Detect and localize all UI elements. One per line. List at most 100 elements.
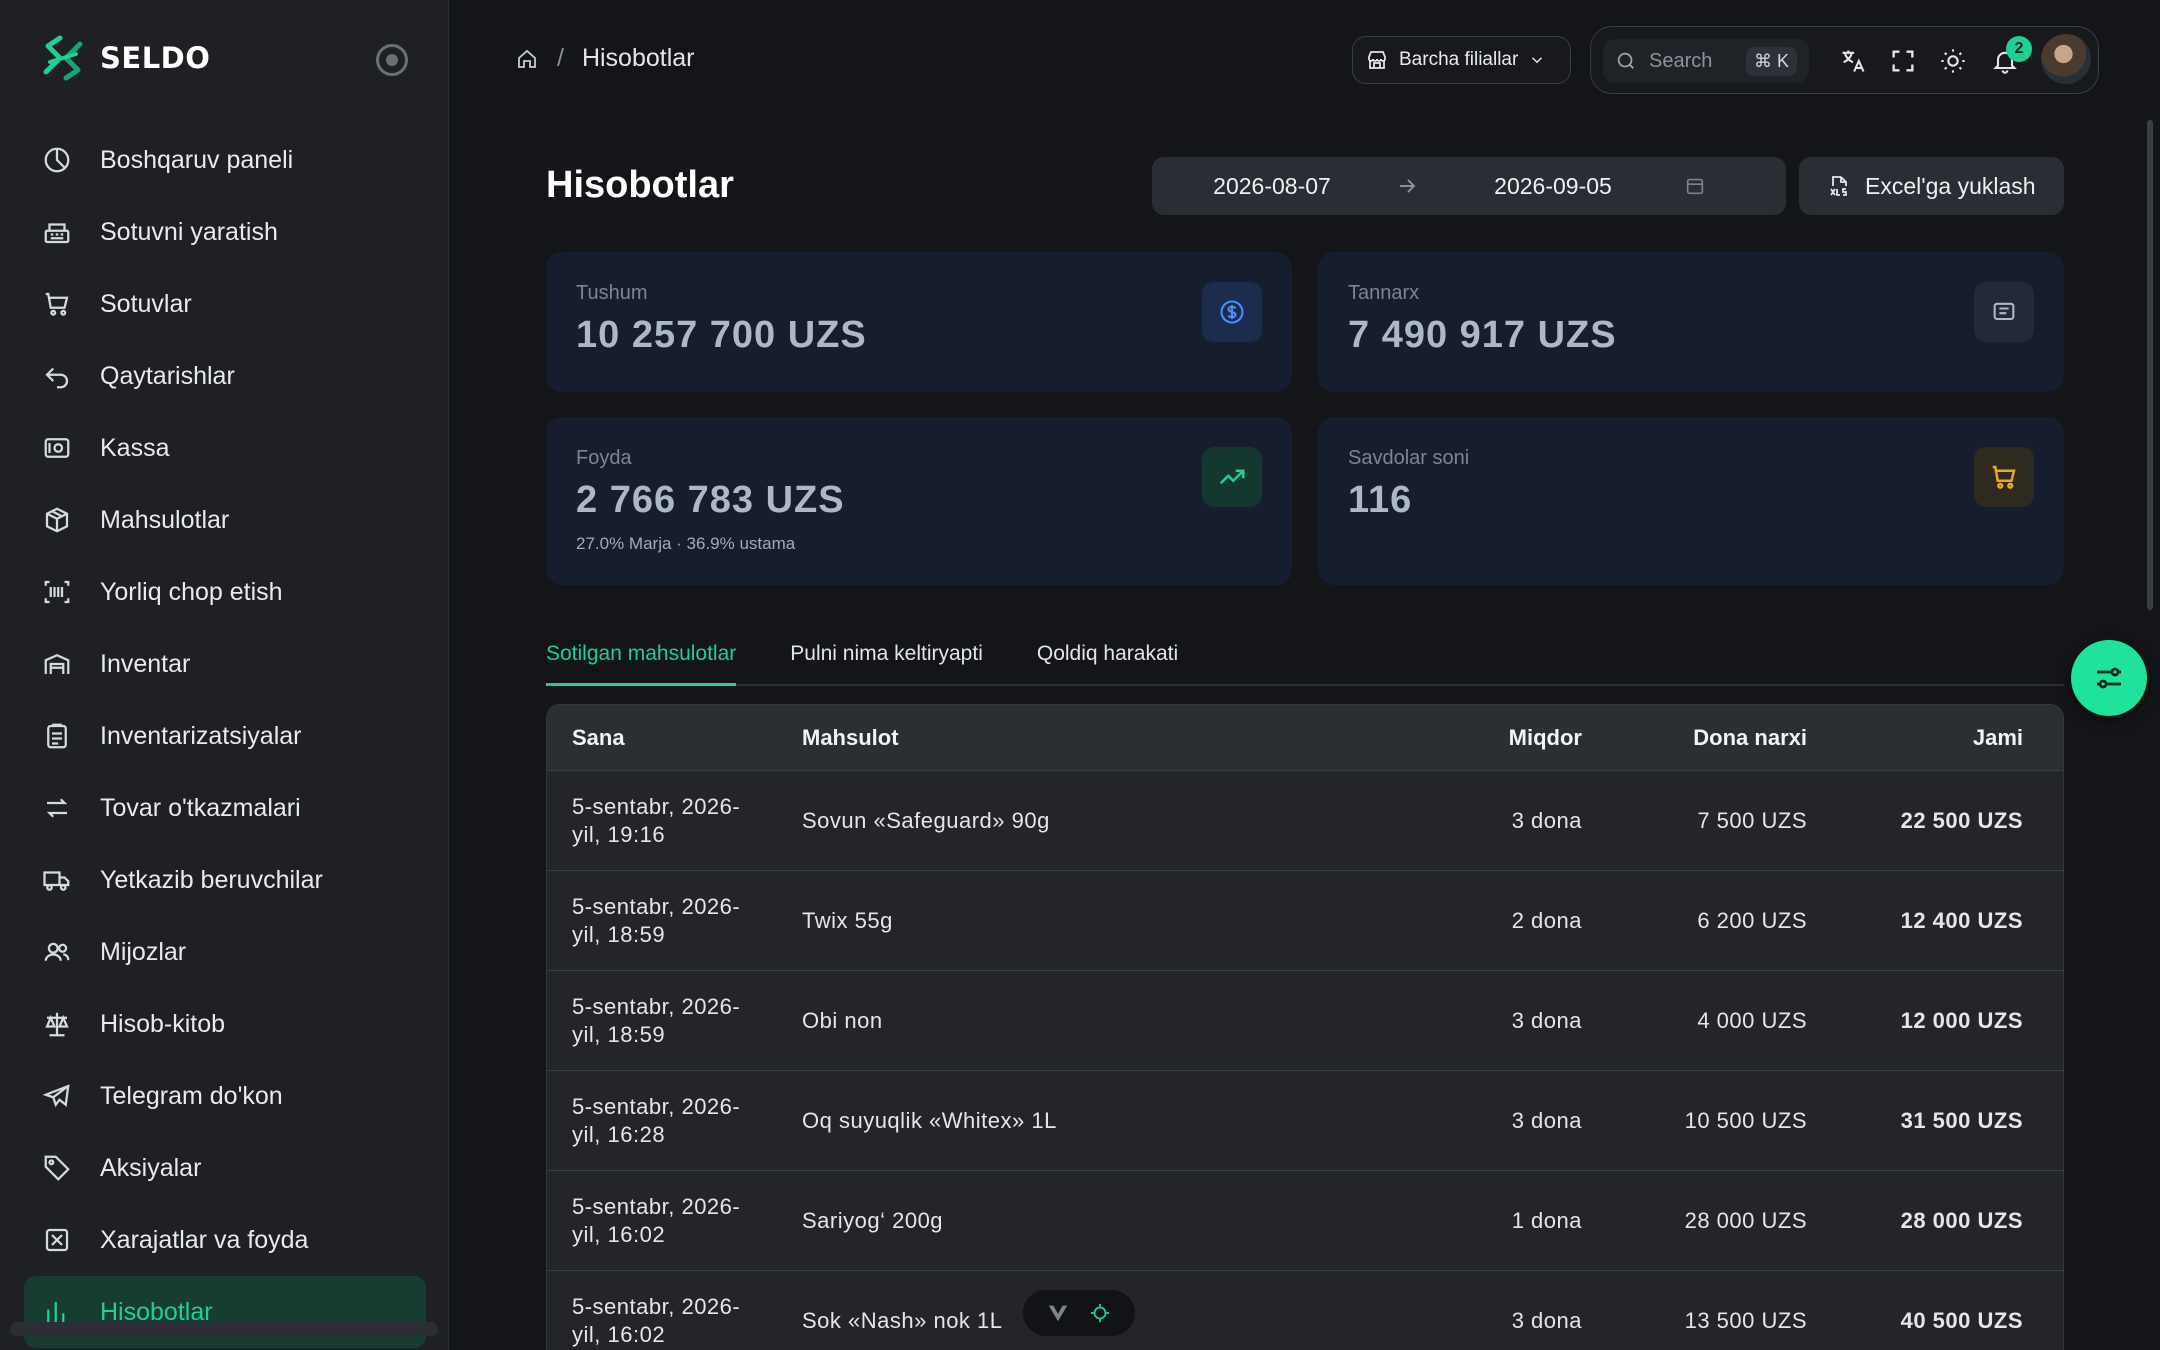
tab-stock-movement[interactable]: Qoldiq harakati: [1037, 636, 1178, 686]
excel-export-button[interactable]: Excel'ga yuklash: [1799, 157, 2064, 215]
table-row[interactable]: 5-sentabr, 2026- yil, 16:02 Sariyog‘ 200g…: [547, 1171, 2063, 1271]
receipt-icon: [1993, 302, 2015, 321]
trending-up-icon: [1219, 469, 1245, 485]
sidebar-nav: Boshqaruv paneli Sotuvni yaratish Sotuvl…: [24, 124, 426, 1348]
target-icon[interactable]: [1089, 1302, 1111, 1324]
date-range-picker[interactable]: 2026-08-07 2026-09-05: [1152, 157, 1786, 215]
cart-icon: [45, 292, 69, 316]
sidebar-item-create-sale[interactable]: Sotuvni yaratish: [24, 196, 426, 268]
sidebar-item-label: Qaytarishlar: [100, 361, 235, 390]
arrow-right-icon: [1400, 179, 1416, 193]
cell-date: 5-sentabr, 2026- yil, 19:16: [572, 793, 741, 847]
date-to[interactable]: 2026-09-05: [1422, 173, 1684, 200]
column-header-unit-price[interactable]: Dona narxi: [1582, 725, 1807, 751]
sidebar-item-telegram-shop[interactable]: Telegram do'kon: [24, 1060, 426, 1132]
table-row[interactable]: 5-sentabr, 2026- yil, 16:02 Sok «Nash» no…: [547, 1271, 2063, 1350]
sidebar-item-suppliers[interactable]: Yetkazib beruvchilar: [24, 844, 426, 916]
sidebar-item-label-print[interactable]: Yorliq chop etish: [24, 556, 426, 628]
truck-icon: [43, 871, 70, 891]
stat-card-revenue: Tushum 10 257 700 UZS: [546, 252, 1292, 392]
cell-unit-price: 10 500 UZS: [1684, 1107, 1807, 1133]
stat-value: 10 257 700 UZS: [576, 314, 867, 356]
sidebar-collapse-button[interactable]: [376, 44, 408, 76]
breadcrumb-separator: /: [557, 44, 564, 72]
sidebar-item-inventory-counts[interactable]: Inventarizatsiyalar: [24, 700, 426, 772]
table-row[interactable]: 5-sentabr, 2026- yil, 16:28 Oq suyuqlik «…: [547, 1071, 2063, 1171]
stat-value: 116: [1348, 479, 1413, 521]
sidebar-item-returns[interactable]: Qaytarishlar: [24, 340, 426, 412]
tab-top-earners[interactable]: Pulni nima keltiryapti: [790, 636, 983, 686]
cell-total: 28 000 UZS: [1900, 1207, 2023, 1233]
record-icon: [386, 54, 398, 66]
sidebar-item-reports[interactable]: Hisobotlar: [24, 1276, 426, 1348]
branch-select[interactable]: Barcha filiallar: [1352, 36, 1571, 84]
notification-badge: 2: [2006, 36, 2032, 62]
stat-icon-box: [1202, 447, 1262, 507]
sidebar: SELDO Boshqaruv paneli Sotuvni yaratish …: [0, 0, 449, 1350]
search-icon: [1617, 52, 1634, 69]
stat-card-deals: Savdolar soni 116: [1318, 417, 2064, 585]
table-row[interactable]: 5-sentabr, 2026- yil, 18:59 Obi non 3 don…: [547, 971, 2063, 1071]
sold-products-table: Sana Mahsulot Miqdor Dona narxi Jami 5-s…: [546, 704, 2064, 1350]
sidebar-item-label: Aksiyalar: [100, 1153, 202, 1182]
search-input[interactable]: Search ⌘ K: [1603, 39, 1809, 83]
avatar[interactable]: [2041, 34, 2091, 84]
barcode-icon: [44, 580, 70, 604]
cell-date: 5-sentabr, 2026- yil, 16:28: [572, 1093, 741, 1147]
devtools-toolbar: [1023, 1290, 1135, 1336]
sidebar-scrollbar[interactable]: [10, 1322, 438, 1336]
cell-qty: 3 dona: [1511, 807, 1582, 833]
stat-subtext: 27.0% Marja · 36.9% ustama: [576, 534, 796, 553]
sidebar-item-transfers[interactable]: Tovar o'tkazmalari: [24, 772, 426, 844]
table-row[interactable]: 5-sentabr, 2026- yil, 18:59 Twix 55g 2 do…: [547, 871, 2063, 971]
excel-export-label: Excel'ga yuklash: [1865, 172, 2036, 199]
column-header-date[interactable]: Sana: [547, 725, 802, 751]
stat-value: 7 490 917 UZS: [1348, 314, 1617, 356]
cash-box-icon: [44, 438, 70, 458]
vue-logo-icon[interactable]: [1047, 1303, 1069, 1323]
stat-label: Savdolar soni: [1348, 447, 1470, 469]
table-row[interactable]: 5-sentabr, 2026- yil, 19:16 Sovun «Safegu…: [547, 771, 2063, 871]
sidebar-item-products[interactable]: Mahsulotlar: [24, 484, 426, 556]
report-tabs: Sotilgan mahsulotlar Pulni nima keltirya…: [546, 636, 2064, 686]
stat-card-cost: Tannarx 7 490 917 UZS: [1318, 252, 2064, 392]
cell-total: 31 500 UZS: [1900, 1107, 2023, 1133]
sidebar-item-customers[interactable]: Mijozlar: [24, 916, 426, 988]
xls-file-icon: [1830, 176, 1847, 196]
cash-register-icon: [44, 223, 70, 244]
sidebar-item-dashboard[interactable]: Boshqaruv paneli: [24, 124, 426, 196]
fullscreen-icon[interactable]: [1889, 47, 1917, 75]
sidebar-item-promotions[interactable]: Aksiyalar: [24, 1132, 426, 1204]
cell-qty: 3 dona: [1511, 1107, 1582, 1133]
sidebar-item-cashbox[interactable]: Kassa: [24, 412, 426, 484]
sidebar-item-label: Tovar o'tkazmalari: [100, 793, 301, 822]
search-placeholder: Search: [1649, 49, 1713, 72]
stat-label: Tannarx: [1348, 282, 1420, 304]
home-icon[interactable]: [515, 47, 539, 71]
sidebar-item-accounting[interactable]: Hisob-kitob: [24, 988, 426, 1060]
sun-icon[interactable]: [1939, 47, 1967, 75]
filter-settings-button[interactable]: [2071, 640, 2147, 716]
sidebar-item-label: Xarajatlar va foyda: [100, 1225, 309, 1254]
date-from[interactable]: 2026-08-07: [1152, 173, 1392, 200]
cell-date: 5-sentabr, 2026- yil, 18:59: [572, 993, 741, 1047]
brand[interactable]: SELDO: [40, 34, 210, 82]
column-header-total[interactable]: Jami: [1807, 725, 2047, 751]
sidebar-item-label: Sotuvni yaratish: [100, 217, 278, 246]
cell-product: Twix 55g: [802, 907, 893, 933]
cell-unit-price: 6 200 UZS: [1697, 907, 1807, 933]
cell-total: 12 000 UZS: [1900, 1007, 2023, 1033]
calendar-icon[interactable]: [1684, 175, 1706, 197]
page-scrollbar[interactable]: [2147, 120, 2153, 610]
sidebar-item-sales[interactable]: Sotuvlar: [24, 268, 426, 340]
expense-icon: [45, 1228, 69, 1252]
column-header-qty[interactable]: Miqdor: [1382, 725, 1582, 751]
column-header-product[interactable]: Mahsulot: [802, 725, 1382, 751]
tab-sold-products[interactable]: Sotilgan mahsulotlar: [546, 636, 737, 686]
stat-label: Tushum: [576, 282, 648, 304]
translate-icon[interactable]: [1839, 47, 1867, 75]
sidebar-item-inventory[interactable]: Inventar: [24, 628, 426, 700]
cell-unit-price: 13 500 UZS: [1684, 1307, 1807, 1333]
sidebar-item-expenses[interactable]: Xarajatlar va foyda: [24, 1204, 426, 1276]
transfer-icon: [46, 798, 68, 818]
